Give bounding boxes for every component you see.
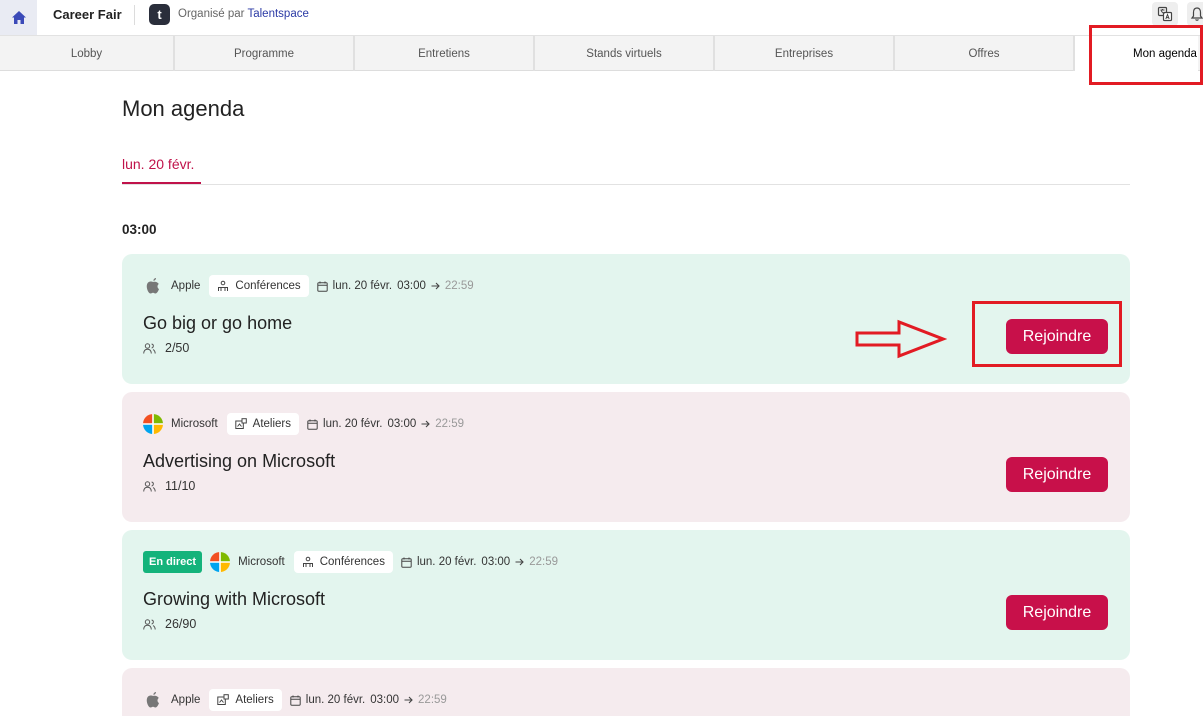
join-button[interactable]: Rejoindre: [1006, 457, 1108, 492]
org-logo: t: [149, 4, 170, 25]
session-card[interactable]: Apple Ateliers lun. 20 févr. 03:00 22:59: [122, 668, 1130, 716]
session-date: lun. 20 févr.: [305, 694, 366, 706]
microsoft-logo-icon: [210, 552, 231, 572]
translate-icon: [1157, 6, 1173, 22]
time-slot-heading: 03:00: [122, 222, 157, 237]
session-card[interactable]: En direct Microsoft Conférences lun. 20 …: [122, 530, 1130, 660]
session-start-time: 03:00: [387, 418, 417, 430]
session-date: lun. 20 févr.: [332, 280, 393, 292]
organiser-text: Organisé par Talentspace: [178, 8, 309, 20]
language-button[interactable]: [1152, 2, 1178, 26]
calendar-icon: [401, 557, 412, 568]
arrow-right-icon: [421, 420, 431, 428]
category-label: Ateliers: [235, 694, 274, 706]
session-end-time: 22:59: [418, 694, 447, 706]
category-label: Conférences: [235, 280, 301, 292]
session-meta: Apple Ateliers lun. 20 févr. 03:00 22:59: [143, 688, 453, 712]
session-schedule: lun. 20 févr. 03:00 22:59: [307, 418, 464, 430]
tab-offres[interactable]: Offres: [895, 36, 1075, 71]
category-chip: Ateliers: [226, 413, 300, 435]
participants-count: 26/90: [143, 617, 196, 631]
join-button[interactable]: Rejoindre: [1006, 595, 1108, 630]
users-icon: [143, 480, 156, 492]
participants-value: 26/90: [165, 617, 197, 631]
home-button[interactable]: [0, 0, 37, 35]
app-title[interactable]: Career Fair: [53, 7, 122, 22]
session-title[interactable]: Go big or go home: [143, 313, 292, 334]
arrow-right-icon: [431, 282, 440, 290]
session-title[interactable]: Advertising on Microsoft: [143, 451, 335, 472]
tab-stands-virtuels[interactable]: Stands virtuels: [535, 36, 715, 71]
tab-entretiens[interactable]: Entretiens: [355, 36, 535, 71]
category-chip: Conférences: [209, 275, 309, 297]
session-date: lun. 20 févr.: [416, 556, 477, 568]
conference-icon: [302, 556, 313, 567]
session-schedule: lun. 20 févr. 03:00 22:59: [401, 556, 558, 568]
session-meta: Microsoft Ateliers lun. 20 févr. 03:00 2…: [143, 412, 470, 436]
session-end-time: 22:59: [529, 556, 558, 568]
annotation-highlight-join: [972, 301, 1122, 367]
category-label: Ateliers: [252, 418, 292, 430]
topbar-divider: [134, 5, 135, 25]
session-date: lun. 20 févr.: [323, 418, 383, 430]
live-badge: En direct: [143, 551, 203, 573]
session-start-time: 03:00: [481, 556, 511, 568]
date-tab[interactable]: lun. 20 févr.: [122, 156, 201, 184]
top-bar: Career Fair t Organisé par Talentspace: [0, 0, 1203, 35]
annotation-highlight-tab: [1089, 25, 1203, 85]
arrow-right-icon: [515, 558, 524, 566]
date-tabs-divider: [122, 184, 1130, 185]
organiser-name[interactable]: Talentspace: [247, 8, 308, 20]
participants-count: 11/10: [143, 479, 195, 493]
tab-programme[interactable]: Programme: [175, 36, 355, 71]
session-meta: Apple Conférences lun. 20 févr. 03:00 22…: [143, 274, 480, 298]
workshop-icon: [217, 694, 230, 705]
participants-value: 11/10: [165, 479, 196, 493]
session-start-time: 03:00: [397, 280, 426, 292]
category-label: Conférences: [319, 556, 385, 568]
apple-logo-icon: [143, 276, 163, 296]
conference-icon: [218, 280, 229, 291]
users-icon: [143, 618, 156, 630]
session-meta: En direct Microsoft Conférences lun. 20 …: [143, 550, 564, 574]
session-card[interactable]: Microsoft Ateliers lun. 20 févr. 03:00 2…: [122, 392, 1130, 522]
participants-value: 2/50: [165, 341, 190, 355]
company-name: Microsoft: [171, 418, 218, 430]
microsoft-logo-icon: [143, 414, 163, 434]
session-schedule: lun. 20 févr. 03:00 22:59: [316, 280, 474, 292]
participants-count: 2/50: [143, 341, 189, 355]
bell-icon: [1190, 7, 1203, 21]
session-start-time: 03:00: [370, 694, 400, 706]
apple-logo-icon: [143, 690, 163, 710]
tab-lobby[interactable]: Lobby: [0, 36, 175, 71]
workshop-icon: [234, 418, 247, 429]
company-name: Microsoft: [238, 556, 285, 568]
users-icon: [143, 342, 156, 354]
session-end-time: 22:59: [435, 418, 465, 430]
company-name: Apple: [171, 280, 201, 292]
main-nav: Lobby Programme Entretiens Stands virtue…: [0, 35, 1203, 71]
tab-entreprises[interactable]: Entreprises: [715, 36, 895, 71]
session-title[interactable]: Growing with Microsoft: [143, 589, 325, 610]
page-title: Mon agenda: [122, 96, 245, 121]
arrow-right-icon: [404, 696, 413, 704]
session-end-time: 22:59: [444, 280, 474, 292]
session-schedule: lun. 20 févr. 03:00 22:59: [290, 694, 447, 706]
calendar-icon: [316, 281, 328, 292]
category-chip: Conférences: [293, 551, 393, 573]
company-name: Apple: [171, 694, 201, 706]
annotation-arrow-icon: [855, 319, 947, 359]
calendar-icon: [307, 419, 318, 430]
category-chip: Ateliers: [209, 689, 282, 711]
home-icon: [11, 11, 26, 24]
organised-by-label: Organisé par: [178, 8, 245, 20]
calendar-icon: [290, 695, 301, 706]
notifications-button[interactable]: [1187, 2, 1203, 26]
